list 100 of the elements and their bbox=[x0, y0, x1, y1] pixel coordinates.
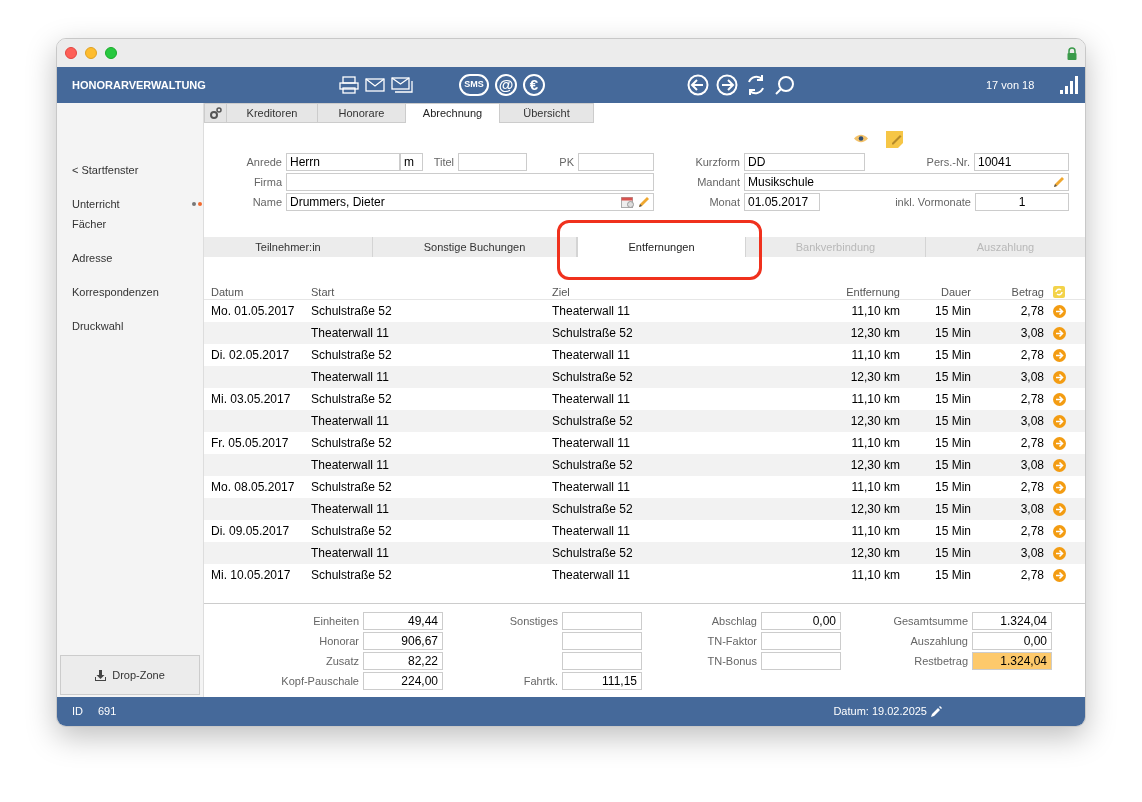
table-cell-text: 3,08 bbox=[1019, 369, 1044, 386]
tab[interactable]: Abrechnung bbox=[406, 103, 500, 123]
table-cell-text: 3,08 bbox=[1019, 457, 1044, 474]
input-field[interactable]: 1 bbox=[975, 193, 1069, 211]
close-button[interactable] bbox=[65, 47, 77, 59]
table-cell-text: Schulstraße 52 bbox=[311, 479, 393, 496]
field-label: Restbetrag bbox=[914, 653, 969, 669]
field-label: TN-Bonus bbox=[707, 653, 758, 669]
arrow-right-icon[interactable] bbox=[1053, 348, 1066, 362]
arrow-right-icon[interactable] bbox=[1053, 326, 1066, 340]
input-field[interactable] bbox=[578, 153, 654, 171]
input-field[interactable]: 49,44 bbox=[363, 612, 443, 630]
euro-icon[interactable]: € bbox=[523, 74, 545, 96]
input-field[interactable]: 111,15 bbox=[562, 672, 642, 690]
input-field[interactable] bbox=[562, 652, 642, 670]
table-cell-text: 11,10 km bbox=[850, 567, 900, 584]
table-cell-text: Schulstraße 52 bbox=[552, 457, 634, 474]
input-field[interactable]: m bbox=[400, 153, 423, 171]
printer-icon[interactable] bbox=[339, 76, 359, 94]
arrow-right-icon[interactable] bbox=[1053, 458, 1066, 472]
pencil-icon[interactable] bbox=[1053, 176, 1065, 188]
input-field[interactable]: 0,00 bbox=[761, 612, 841, 630]
field-label: Fahrtk. bbox=[523, 673, 559, 689]
arrow-right-icon[interactable] bbox=[1053, 370, 1066, 384]
sidebar-item[interactable]: < Startfenster bbox=[72, 161, 139, 179]
forward-icon[interactable] bbox=[716, 74, 738, 96]
drop-zone-button[interactable]: Drop-Zone bbox=[60, 655, 200, 695]
input-field[interactable]: 1.324,04 bbox=[972, 612, 1052, 630]
eye-icon[interactable] bbox=[854, 134, 868, 143]
input-field[interactable] bbox=[761, 652, 841, 670]
date-text: Datum: 19.02.2025 bbox=[833, 704, 927, 720]
back-icon[interactable] bbox=[687, 74, 709, 96]
input-field[interactable]: 906,67 bbox=[363, 632, 443, 650]
table-cell-text: 12,30 km bbox=[849, 325, 900, 342]
pencil-icon[interactable] bbox=[638, 196, 650, 208]
input-field[interactable]: 1.324,04 bbox=[972, 652, 1052, 670]
sms-icon[interactable]: SMS bbox=[459, 74, 489, 96]
table-cell-text: 2,78 bbox=[1019, 523, 1044, 540]
mails-icon[interactable] bbox=[391, 77, 413, 93]
calendar-icon[interactable] bbox=[621, 196, 634, 208]
input-field[interactable]: Musikschule bbox=[744, 173, 1069, 191]
table-cell-text: Mi. 03.05.2017 bbox=[211, 391, 292, 408]
column-header: Entfernung bbox=[845, 285, 900, 300]
input-field[interactable] bbox=[286, 173, 654, 191]
refresh-icon[interactable] bbox=[745, 74, 767, 96]
tab[interactable]: Honorare bbox=[318, 103, 406, 123]
table-cell-text: Schulstraße 52 bbox=[311, 567, 393, 584]
sidebar-item[interactable]: Fächer bbox=[72, 215, 107, 233]
table-cell-text: 11,10 km bbox=[850, 347, 900, 364]
sub-tab[interactable]: Sonstige Buchungen bbox=[373, 237, 577, 257]
minimize-button[interactable] bbox=[85, 47, 97, 59]
arrow-right-icon[interactable] bbox=[1053, 304, 1066, 318]
table-cell-text: 3,08 bbox=[1019, 325, 1044, 342]
note-icon[interactable] bbox=[886, 131, 903, 148]
arrow-right-icon[interactable] bbox=[1053, 414, 1066, 428]
input-field[interactable]: 224,00 bbox=[363, 672, 443, 690]
sidebar-item[interactable]: Unterricht bbox=[72, 195, 120, 213]
sidebar-item[interactable]: Druckwahl bbox=[72, 317, 124, 335]
table-cell-text: Fr. 05.05.2017 bbox=[211, 435, 290, 452]
settings-icon[interactable] bbox=[204, 103, 227, 123]
pencil-icon[interactable] bbox=[931, 706, 942, 717]
table-cell-text: Schulstraße 52 bbox=[552, 545, 634, 562]
arrow-right-icon[interactable] bbox=[1053, 546, 1066, 560]
field-label: Anrede bbox=[245, 154, 283, 170]
table-cell-text: 2,78 bbox=[1019, 567, 1044, 584]
table-cell-text: Theaterwall 11 bbox=[552, 303, 631, 320]
table-cell-text: 3,08 bbox=[1019, 501, 1044, 518]
status-dots-icon bbox=[192, 202, 202, 206]
arrow-right-icon[interactable] bbox=[1053, 524, 1066, 538]
input-field[interactable]: 10041 bbox=[974, 153, 1069, 171]
zoom-button[interactable] bbox=[105, 47, 117, 59]
search-icon[interactable] bbox=[774, 74, 796, 96]
tab[interactable]: Kreditoren bbox=[227, 103, 318, 123]
table-cell-text: Di. 02.05.2017 bbox=[211, 347, 291, 364]
input-field[interactable] bbox=[761, 632, 841, 650]
email-icon[interactable]: @ bbox=[495, 74, 517, 96]
field-label: Mandant bbox=[696, 174, 741, 190]
input-field[interactable] bbox=[562, 612, 642, 630]
sub-tab[interactable]: Entfernungen bbox=[577, 237, 746, 257]
arrow-right-icon[interactable] bbox=[1053, 568, 1066, 582]
sidebar-item[interactable]: Korrespondenzen bbox=[72, 283, 159, 301]
input-field[interactable] bbox=[458, 153, 527, 171]
arrow-right-icon[interactable] bbox=[1053, 436, 1066, 450]
tab[interactable]: Übersicht bbox=[500, 103, 594, 123]
input-field[interactable]: 82,22 bbox=[363, 652, 443, 670]
input-field[interactable]: DD bbox=[744, 153, 865, 171]
arrow-right-icon[interactable] bbox=[1053, 392, 1066, 406]
id-value: 691 bbox=[98, 704, 117, 720]
table-cell-text: 11,10 km bbox=[850, 523, 900, 540]
input-field[interactable]: 0,00 bbox=[972, 632, 1052, 650]
arrow-right-icon[interactable] bbox=[1053, 480, 1066, 494]
input-field[interactable]: 01.05.2017 bbox=[744, 193, 820, 211]
input-field[interactable] bbox=[562, 632, 642, 650]
arrow-right-icon[interactable] bbox=[1053, 502, 1066, 516]
input-field[interactable]: Herrn bbox=[286, 153, 400, 171]
mail-icon[interactable] bbox=[365, 78, 385, 92]
table-cell-text: 12,30 km bbox=[849, 501, 900, 518]
sidebar-item[interactable]: Adresse bbox=[72, 249, 113, 267]
sub-tab[interactable]: Teilnehmer:in bbox=[204, 237, 373, 257]
input-field[interactable]: Drummers, Dieter bbox=[286, 193, 654, 211]
